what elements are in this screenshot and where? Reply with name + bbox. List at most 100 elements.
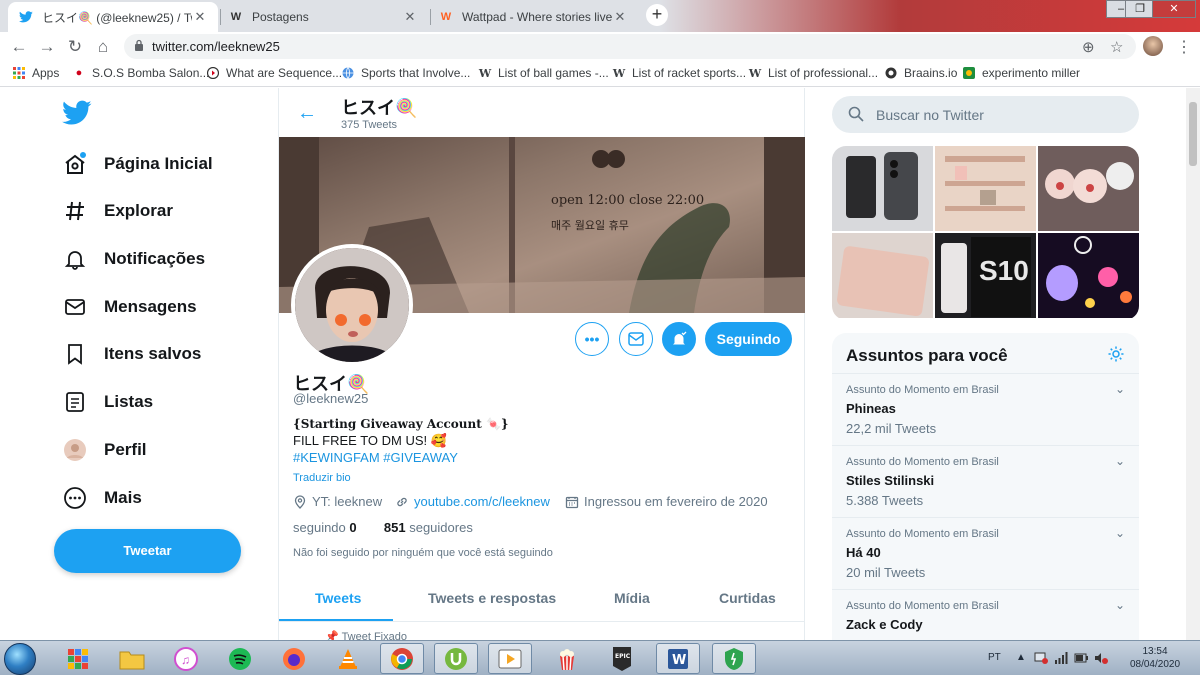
trend-item[interactable]: Assunto do Momento em Brasil ⌄ Há 40 20 … bbox=[832, 517, 1139, 589]
bookmark-item[interactable]: W List of racket sports... bbox=[612, 66, 746, 80]
bookmark-item[interactable]: ● S.O.S Bomba Salon... bbox=[72, 66, 210, 80]
website-link[interactable]: youtube.com/c/leeknew bbox=[414, 494, 550, 509]
start-button-icon[interactable] bbox=[4, 643, 36, 675]
followers-count[interactable]: 851 bbox=[384, 520, 406, 535]
experiment-icon bbox=[962, 66, 976, 80]
system-clock[interactable]: 13:54 08/04/2020 bbox=[1120, 645, 1190, 671]
tab-postagens[interactable]: W Postagens ✕ bbox=[218, 2, 428, 32]
firefox-icon[interactable] bbox=[272, 643, 316, 674]
utorrent-icon[interactable] bbox=[434, 643, 478, 674]
sidebar-item-lists[interactable]: Listas bbox=[62, 387, 153, 417]
forward-icon[interactable]: → bbox=[36, 36, 58, 58]
bookmark-item[interactable]: Sports that Involve... bbox=[341, 66, 470, 80]
epic-games-icon[interactable]: EPIC bbox=[600, 643, 644, 674]
bookmark-item[interactable]: W List of ball games -... bbox=[478, 66, 609, 80]
search-input[interactable]: Buscar no Twitter bbox=[832, 96, 1139, 133]
message-icon[interactable] bbox=[619, 322, 653, 356]
media-thumbnail[interactable]: S10 bbox=[935, 233, 1036, 318]
reload-icon[interactable]: ↻ bbox=[64, 36, 86, 58]
tab-wattpad[interactable]: W Wattpad - Where stories live ✕ bbox=[428, 2, 638, 32]
trend-item[interactable]: Assunto do Momento em Brasil ⌄ Phineas 2… bbox=[832, 373, 1139, 445]
media-thumbnail[interactable] bbox=[832, 146, 933, 231]
trend-count: 5.388 Tweets bbox=[846, 493, 924, 508]
network-error-icon[interactable] bbox=[1034, 652, 1048, 667]
language-indicator[interactable]: PT bbox=[988, 652, 1001, 663]
home-button-icon[interactable]: ⌂ bbox=[92, 36, 114, 58]
close-tab-icon[interactable]: ✕ bbox=[402, 9, 418, 25]
media-thumbnail[interactable] bbox=[832, 233, 933, 318]
following-button[interactable]: Seguindo bbox=[705, 322, 792, 356]
tweet-button[interactable]: Tweetar bbox=[54, 529, 241, 573]
itunes-icon[interactable]: ♫ bbox=[164, 643, 208, 674]
sidebar-item-more[interactable]: Mais bbox=[62, 483, 142, 513]
play-circle-icon bbox=[206, 66, 220, 80]
address-bar[interactable]: twitter.com/leeknew25 ⊕ ☆ bbox=[124, 34, 1136, 59]
file-explorer-icon[interactable] bbox=[110, 643, 154, 674]
media-thumbnail[interactable] bbox=[1038, 233, 1139, 318]
bookmark-item[interactable]: What are Sequence... bbox=[206, 66, 342, 80]
trend-item[interactable]: Assunto do Momento em Brasil ⌄ Stiles St… bbox=[832, 445, 1139, 517]
maximize-icon[interactable]: ❐ bbox=[1125, 0, 1155, 18]
translate-bio-link[interactable]: Traduzir bio bbox=[293, 472, 351, 484]
tab-media[interactable]: Mídia bbox=[614, 590, 650, 606]
spotify-icon[interactable] bbox=[218, 643, 262, 674]
word-icon[interactable]: W bbox=[656, 643, 700, 674]
chevron-down-icon[interactable]: ⌄ bbox=[1115, 526, 1125, 540]
battery-icon[interactable] bbox=[1074, 652, 1088, 667]
bookmark-label: Braains.io bbox=[904, 66, 958, 80]
back-arrow-icon[interactable]: ← bbox=[297, 102, 317, 125]
sidebar-item-home[interactable]: Página Inicial bbox=[62, 149, 213, 179]
sidebar-item-explore[interactable]: Explorar bbox=[62, 196, 173, 226]
profile-website[interactable]: youtube.com/c/leeknew bbox=[395, 494, 550, 509]
media-player-icon[interactable] bbox=[488, 643, 532, 674]
profile-avatar-large[interactable] bbox=[291, 244, 413, 366]
show-hidden-icons[interactable]: ▲ bbox=[1016, 652, 1026, 663]
bookmark-item[interactable]: W List of professional... bbox=[748, 66, 878, 80]
notifications-on-bell-icon[interactable] bbox=[662, 322, 696, 356]
popcorn-icon[interactable] bbox=[545, 643, 589, 674]
app-grid-taskbar-icon[interactable] bbox=[56, 643, 100, 674]
sidebar-item-messages[interactable]: Mensagens bbox=[62, 292, 197, 322]
bookmark-apps[interactable]: Apps bbox=[12, 66, 59, 80]
sidebar-item-profile[interactable]: Perfil bbox=[62, 435, 147, 465]
signal-bars-icon[interactable] bbox=[1054, 652, 1068, 667]
tab-tweets[interactable]: Tweets bbox=[315, 590, 361, 606]
close-tab-icon[interactable]: ✕ bbox=[192, 9, 208, 25]
followers-label[interactable]: seguidores bbox=[409, 520, 473, 535]
chevron-down-icon[interactable]: ⌄ bbox=[1115, 382, 1125, 396]
menu-dots-icon[interactable]: ⋮ bbox=[1176, 37, 1192, 57]
tab-tweets-and-replies[interactable]: Tweets e respostas bbox=[428, 590, 556, 606]
vlc-icon[interactable] bbox=[326, 643, 370, 674]
scrollbar-thumb[interactable] bbox=[1189, 102, 1197, 166]
tab-likes[interactable]: Curtidas bbox=[719, 590, 776, 606]
trend-name: Stiles Stilinski bbox=[846, 473, 935, 488]
tab-twitter[interactable]: ヒスイ🍭 (@leeknew25) / Twitter ✕ bbox=[8, 2, 218, 32]
chrome-taskbar-icon[interactable] bbox=[380, 643, 424, 674]
more-options-icon[interactable]: ••• bbox=[575, 322, 609, 356]
new-tab-button[interactable]: + bbox=[646, 4, 668, 26]
back-icon[interactable]: ← bbox=[8, 36, 30, 58]
sidebar-item-bookmarks[interactable]: Itens salvos bbox=[62, 339, 201, 369]
settings-gear-icon[interactable] bbox=[1107, 345, 1125, 363]
add-icon[interactable]: ⊕ bbox=[1082, 38, 1095, 56]
bio-hashtags[interactable]: #KEWINGFAM #GIVEAWAY bbox=[293, 450, 458, 465]
sidebar-item-notifications[interactable]: Notificações bbox=[62, 244, 205, 274]
bookmark-item[interactable]: experimento miller bbox=[962, 66, 1080, 80]
chevron-down-icon[interactable]: ⌄ bbox=[1115, 454, 1125, 468]
star-icon[interactable]: ☆ bbox=[1110, 38, 1123, 56]
page-scrollbar[interactable] bbox=[1186, 88, 1200, 640]
chevron-down-icon[interactable]: ⌄ bbox=[1115, 598, 1125, 612]
following-count[interactable]: 0 bbox=[349, 520, 356, 535]
profile-avatar[interactable] bbox=[1143, 36, 1163, 56]
media-thumbnail[interactable] bbox=[1038, 146, 1139, 231]
shield-icon[interactable] bbox=[712, 643, 756, 674]
close-tab-icon[interactable]: ✕ bbox=[612, 9, 628, 25]
bookmark-item[interactable]: Braains.io bbox=[884, 66, 957, 80]
twitter-favicon-icon bbox=[18, 9, 34, 25]
close-window-icon[interactable]: ✕ bbox=[1152, 0, 1196, 18]
volume-muted-icon[interactable] bbox=[1094, 652, 1108, 667]
media-thumbnail[interactable] bbox=[935, 146, 1036, 231]
twitter-logo-icon[interactable] bbox=[62, 100, 92, 126]
svg-text:EPIC: EPIC bbox=[615, 653, 631, 660]
trend-item[interactable]: Assunto do Momento em Brasil ⌄ Zack e Co… bbox=[832, 589, 1139, 640]
